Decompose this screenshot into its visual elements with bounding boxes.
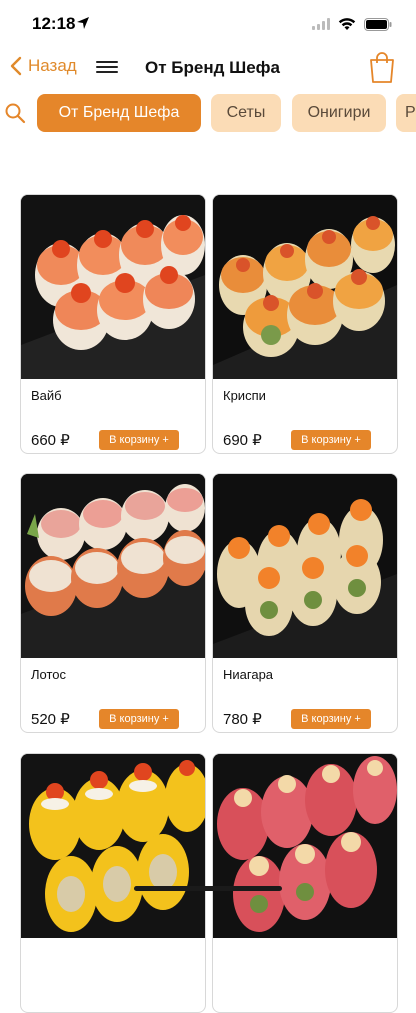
product-price: 690 ₽ (223, 432, 262, 449)
wifi-icon (338, 17, 356, 30)
product-price: 520 ₽ (31, 711, 70, 728)
product-price: 780 ₽ (223, 711, 262, 728)
home-indicator[interactable] (134, 886, 282, 891)
product-photo (213, 754, 397, 938)
status-bar: 12:18 (0, 0, 416, 48)
nav-header: Назад От Бренд Шефа (0, 48, 416, 88)
product-card[interactable] (20, 753, 206, 1013)
product-photo (213, 195, 397, 379)
hamburger-line (96, 66, 118, 68)
product-photo (21, 754, 205, 938)
add-to-cart-button[interactable]: В корзину + (99, 430, 179, 450)
back-button[interactable]: Назад (10, 56, 77, 76)
product-name: Криспи (223, 388, 266, 403)
hamburger-line (96, 71, 118, 73)
product-name: Ниагара (223, 667, 274, 682)
page-title: От Бренд Шефа (145, 58, 280, 77)
hamburger-line (96, 61, 118, 63)
product-name: Лотос (31, 667, 67, 682)
menu-button[interactable] (96, 58, 118, 76)
location-arrow-icon (77, 17, 89, 29)
add-to-cart-button[interactable]: В корзину + (291, 709, 371, 729)
product-card[interactable] (212, 753, 398, 1013)
product-price: 660 ₽ (31, 432, 70, 449)
battery-icon (364, 17, 392, 31)
shopping-bag-icon[interactable] (368, 50, 396, 84)
signal-icon (312, 18, 330, 30)
product-card[interactable]: Вайб 660 ₽ В корзину + (20, 194, 206, 454)
add-to-cart-button[interactable]: В корзину + (99, 709, 179, 729)
category-bar: От Бренд Шефа Сеты Онигири Р (0, 92, 416, 134)
product-card[interactable]: Лотос 520 ₽ В корзину + (20, 473, 206, 733)
product-photo (21, 195, 205, 379)
category-chip-next[interactable]: Р (396, 94, 416, 132)
product-photo (213, 474, 397, 658)
status-icons (312, 14, 392, 34)
back-label: Назад (28, 56, 77, 75)
category-chip-label: Р (405, 104, 416, 121)
category-chip-label: Онигири (307, 104, 371, 121)
category-chip-sets[interactable]: Сеты (211, 94, 281, 132)
category-chip-label: От Бренд Шефа (58, 104, 180, 121)
status-time: 12:18 (32, 14, 76, 33)
chevron-left-icon (10, 56, 22, 76)
search-icon[interactable] (4, 102, 26, 124)
category-chip-label: Сеты (226, 104, 266, 121)
product-name: Вайб (31, 388, 62, 403)
category-chip-brand-chef[interactable]: От Бренд Шефа (37, 94, 201, 132)
product-card[interactable]: Ниагара 780 ₽ В корзину + (212, 473, 398, 733)
category-chip-onigiri[interactable]: Онигири (292, 94, 386, 132)
product-photo (21, 474, 205, 658)
product-card[interactable]: Криспи 690 ₽ В корзину + (212, 194, 398, 454)
add-to-cart-button[interactable]: В корзину + (291, 430, 371, 450)
